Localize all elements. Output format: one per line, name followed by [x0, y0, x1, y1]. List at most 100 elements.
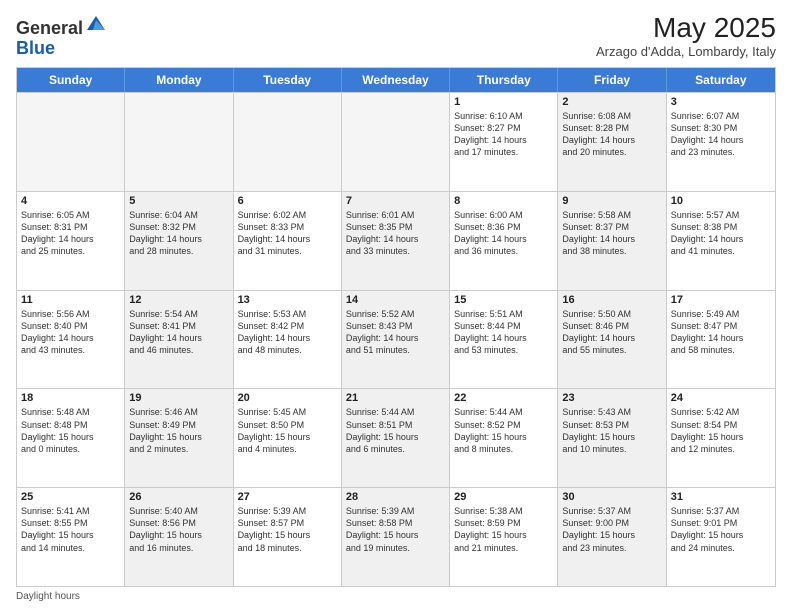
cell-text: Sunrise: 5:37 AM Sunset: 9:01 PM Dayligh…: [671, 505, 771, 554]
day-number: 12: [129, 294, 228, 306]
calendar-cell: 24 Sunrise: 5:42 AM Sunset: 8:54 PM Dayli…: [667, 389, 775, 487]
calendar-cell: 22 Sunrise: 5:44 AM Sunset: 8:52 PM Dayli…: [450, 389, 558, 487]
calendar-cell: 17 Sunrise: 5:49 AM Sunset: 8:47 PM Dayli…: [667, 291, 775, 389]
calendar-cell: 29 Sunrise: 5:38 AM Sunset: 8:59 PM Dayli…: [450, 488, 558, 586]
cell-text: Sunrise: 6:10 AM Sunset: 8:27 PM Dayligh…: [454, 110, 553, 159]
cell-text: Sunrise: 5:41 AM Sunset: 8:55 PM Dayligh…: [21, 505, 120, 554]
calendar-header-cell-friday: Friday: [558, 68, 666, 92]
calendar-week-2: 11Sunrise: 5:56 AM Sunset: 8:40 PM Dayli…: [17, 290, 775, 389]
logo-icon: [85, 12, 107, 34]
calendar-cell: 15Sunrise: 5:51 AM Sunset: 8:44 PM Dayli…: [450, 291, 558, 389]
calendar-cell: 10 Sunrise: 5:57 AM Sunset: 8:38 PM Dayli…: [667, 192, 775, 290]
day-number: 31: [671, 491, 771, 503]
calendar-cell: 12 Sunrise: 5:54 AM Sunset: 8:41 PM Dayli…: [125, 291, 233, 389]
calendar-cell: 27 Sunrise: 5:39 AM Sunset: 8:57 PM Dayli…: [234, 488, 342, 586]
day-number: 5: [129, 195, 228, 207]
cell-text: Sunrise: 6:05 AM Sunset: 8:31 PM Dayligh…: [21, 209, 120, 258]
day-number: 16: [562, 294, 661, 306]
cell-text: Sunrise: 5:39 AM Sunset: 8:57 PM Dayligh…: [238, 505, 337, 554]
cell-text: Sunrise: 6:00 AM Sunset: 8:36 PM Dayligh…: [454, 209, 553, 258]
day-number: 29: [454, 491, 553, 503]
calendar-header-cell-saturday: Saturday: [667, 68, 775, 92]
day-number: 26: [129, 491, 228, 503]
calendar-cell: 18Sunrise: 5:48 AM Sunset: 8:48 PM Dayli…: [17, 389, 125, 487]
cell-text: Sunrise: 5:57 AM Sunset: 8:38 PM Dayligh…: [671, 209, 771, 258]
calendar-cell: [234, 93, 342, 191]
day-number: 24: [671, 392, 771, 404]
logo-general-text: General: [16, 18, 83, 38]
day-number: 27: [238, 491, 337, 503]
calendar-cell: 25Sunrise: 5:41 AM Sunset: 8:55 PM Dayli…: [17, 488, 125, 586]
cell-text: Sunrise: 5:44 AM Sunset: 8:52 PM Dayligh…: [454, 406, 553, 455]
day-number: 30: [562, 491, 661, 503]
cell-text: Sunrise: 6:07 AM Sunset: 8:30 PM Dayligh…: [671, 110, 771, 159]
cell-text: Sunrise: 5:49 AM Sunset: 8:47 PM Dayligh…: [671, 308, 771, 357]
day-number: 9: [562, 195, 661, 207]
calendar-week-4: 25Sunrise: 5:41 AM Sunset: 8:55 PM Dayli…: [17, 487, 775, 586]
day-number: 11: [21, 294, 120, 306]
day-number: 19: [129, 392, 228, 404]
cell-text: Sunrise: 5:44 AM Sunset: 8:51 PM Dayligh…: [346, 406, 445, 455]
calendar-cell: 7Sunrise: 6:01 AM Sunset: 8:35 PM Daylig…: [342, 192, 450, 290]
calendar-cell: 5Sunrise: 6:04 AM Sunset: 8:32 PM Daylig…: [125, 192, 233, 290]
calendar-cell: 9 Sunrise: 5:58 AM Sunset: 8:37 PM Daylig…: [558, 192, 666, 290]
calendar-cell: [342, 93, 450, 191]
cell-text: Sunrise: 5:48 AM Sunset: 8:48 PM Dayligh…: [21, 406, 120, 455]
calendar-cell: 4Sunrise: 6:05 AM Sunset: 8:31 PM Daylig…: [17, 192, 125, 290]
calendar-cell: 19Sunrise: 5:46 AM Sunset: 8:49 PM Dayli…: [125, 389, 233, 487]
location: Arzago d'Adda, Lombardy, Italy: [596, 44, 776, 59]
calendar-header-cell-monday: Monday: [125, 68, 233, 92]
logo: General Blue: [16, 12, 107, 59]
cell-text: Sunrise: 5:45 AM Sunset: 8:50 PM Dayligh…: [238, 406, 337, 455]
calendar-cell: 31 Sunrise: 5:37 AM Sunset: 9:01 PM Dayli…: [667, 488, 775, 586]
cell-text: Sunrise: 5:52 AM Sunset: 8:43 PM Dayligh…: [346, 308, 445, 357]
cell-text: Sunrise: 5:39 AM Sunset: 8:58 PM Dayligh…: [346, 505, 445, 554]
day-number: 1: [454, 96, 553, 108]
calendar-cell: 21Sunrise: 5:44 AM Sunset: 8:51 PM Dayli…: [342, 389, 450, 487]
calendar-cell: 1 Sunrise: 6:10 AM Sunset: 8:27 PM Daylig…: [450, 93, 558, 191]
calendar-week-0: 1 Sunrise: 6:10 AM Sunset: 8:27 PM Daylig…: [17, 92, 775, 191]
calendar-cell: 13Sunrise: 5:53 AM Sunset: 8:42 PM Dayli…: [234, 291, 342, 389]
calendar-week-1: 4Sunrise: 6:05 AM Sunset: 8:31 PM Daylig…: [17, 191, 775, 290]
header: General Blue May 2025 Arzago d'Adda, Lom…: [16, 12, 776, 59]
page: General Blue May 2025 Arzago d'Adda, Lom…: [0, 0, 792, 612]
calendar-cell: 11Sunrise: 5:56 AM Sunset: 8:40 PM Dayli…: [17, 291, 125, 389]
calendar: SundayMondayTuesdayWednesdayThursdayFrid…: [16, 67, 776, 587]
footer-note: Daylight hours: [16, 591, 776, 602]
calendar-cell: 20 Sunrise: 5:45 AM Sunset: 8:50 PM Dayli…: [234, 389, 342, 487]
calendar-cell: 6 Sunrise: 6:02 AM Sunset: 8:33 PM Daylig…: [234, 192, 342, 290]
cell-text: Sunrise: 5:50 AM Sunset: 8:46 PM Dayligh…: [562, 308, 661, 357]
calendar-cell: [125, 93, 233, 191]
cell-text: Sunrise: 5:40 AM Sunset: 8:56 PM Dayligh…: [129, 505, 228, 554]
calendar-week-3: 18Sunrise: 5:48 AM Sunset: 8:48 PM Dayli…: [17, 388, 775, 487]
cell-text: Sunrise: 5:42 AM Sunset: 8:54 PM Dayligh…: [671, 406, 771, 455]
calendar-cell: 8 Sunrise: 6:00 AM Sunset: 8:36 PM Daylig…: [450, 192, 558, 290]
day-number: 10: [671, 195, 771, 207]
calendar-cell: [17, 93, 125, 191]
day-number: 3: [671, 96, 771, 108]
cell-text: Sunrise: 5:51 AM Sunset: 8:44 PM Dayligh…: [454, 308, 553, 357]
cell-text: Sunrise: 5:58 AM Sunset: 8:37 PM Dayligh…: [562, 209, 661, 258]
day-number: 23: [562, 392, 661, 404]
day-number: 8: [454, 195, 553, 207]
calendar-cell: 30Sunrise: 5:37 AM Sunset: 9:00 PM Dayli…: [558, 488, 666, 586]
calendar-cell: 2Sunrise: 6:08 AM Sunset: 8:28 PM Daylig…: [558, 93, 666, 191]
calendar-cell: 28Sunrise: 5:39 AM Sunset: 8:58 PM Dayli…: [342, 488, 450, 586]
cell-text: Sunrise: 6:02 AM Sunset: 8:33 PM Dayligh…: [238, 209, 337, 258]
cell-text: Sunrise: 5:38 AM Sunset: 8:59 PM Dayligh…: [454, 505, 553, 554]
day-number: 17: [671, 294, 771, 306]
calendar-header-cell-sunday: Sunday: [17, 68, 125, 92]
calendar-cell: 23 Sunrise: 5:43 AM Sunset: 8:53 PM Dayli…: [558, 389, 666, 487]
calendar-cell: 3 Sunrise: 6:07 AM Sunset: 8:30 PM Daylig…: [667, 93, 775, 191]
day-number: 22: [454, 392, 553, 404]
calendar-body: 1 Sunrise: 6:10 AM Sunset: 8:27 PM Daylig…: [17, 92, 775, 586]
cell-text: Sunrise: 5:54 AM Sunset: 8:41 PM Dayligh…: [129, 308, 228, 357]
day-number: 20: [238, 392, 337, 404]
day-number: 2: [562, 96, 661, 108]
logo-blue-text: Blue: [16, 38, 55, 58]
calendar-cell: 26 Sunrise: 5:40 AM Sunset: 8:56 PM Dayli…: [125, 488, 233, 586]
day-number: 6: [238, 195, 337, 207]
calendar-header-cell-thursday: Thursday: [450, 68, 558, 92]
calendar-cell: 14Sunrise: 5:52 AM Sunset: 8:43 PM Dayli…: [342, 291, 450, 389]
cell-text: Sunrise: 5:43 AM Sunset: 8:53 PM Dayligh…: [562, 406, 661, 455]
